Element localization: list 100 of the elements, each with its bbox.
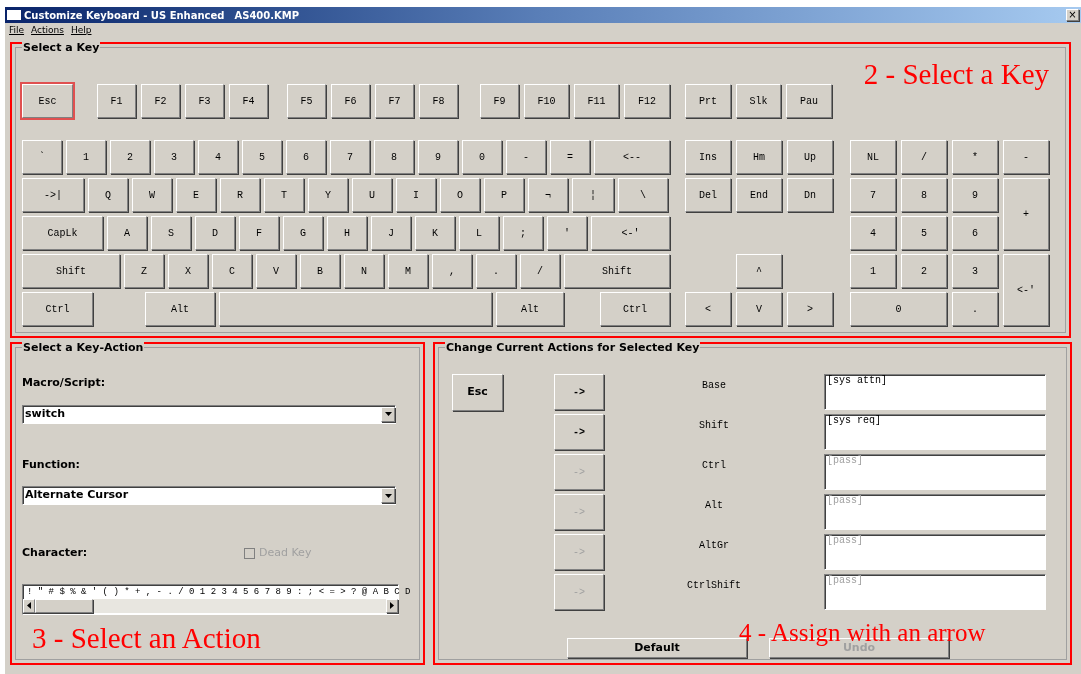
keyboard-key[interactable]: 7 [330,140,370,174]
space-bar-key[interactable] [219,292,492,326]
keyboard-key[interactable]: Slk [736,84,781,118]
default-button[interactable]: Default [567,638,747,658]
keyboard-key[interactable]: Del [685,178,731,212]
keyboard-key[interactable]: L [459,216,499,250]
keyboard-key[interactable]: ' [547,216,587,250]
keyboard-key[interactable]: CapLk [22,216,103,250]
keyboard-key[interactable]: 5 [242,140,282,174]
keyboard-key[interactable]: Y [308,178,348,212]
keyboard-key[interactable]: / [520,254,560,288]
keyboard-key[interactable]: <-' [1003,254,1049,326]
keyboard-key[interactable]: W [132,178,172,212]
keyboard-key[interactable]: 1 [66,140,106,174]
action-field[interactable]: [sys attn] [824,374,1046,410]
keyboard-key[interactable]: Shift [22,254,120,288]
keyboard-key[interactable]: F [239,216,279,250]
keyboard-key[interactable]: \ [618,178,668,212]
keyboard-key[interactable]: F2 [141,84,180,118]
keyboard-key[interactable]: F11 [574,84,619,118]
keyboard-key[interactable]: G [283,216,323,250]
keyboard-key[interactable]: Ins [685,140,731,174]
keyboard-key[interactable]: 9 [952,178,998,212]
keyboard-key[interactable]: F4 [229,84,268,118]
keyboard-key[interactable]: 5 [901,216,947,250]
keyboard-key[interactable]: < [685,292,731,326]
keyboard-key[interactable]: 9 [418,140,458,174]
keyboard-key[interactable]: = [550,140,590,174]
keyboard-key[interactable]: F8 [419,84,458,118]
keyboard-key[interactable]: B [300,254,340,288]
keyboard-key[interactable]: X [168,254,208,288]
keyboard-key[interactable]: 0 [850,292,947,326]
keyboard-key[interactable]: > [787,292,833,326]
keyboard-key[interactable]: NL [850,140,896,174]
keyboard-key[interactable]: ^ [736,254,782,288]
keyboard-key[interactable]: , [432,254,472,288]
keyboard-key[interactable]: F9 [480,84,519,118]
keyboard-key[interactable]: Ctrl [22,292,93,326]
keyboard-key[interactable]: J [371,216,411,250]
keyboard-key[interactable]: 8 [374,140,414,174]
keyboard-key[interactable]: F7 [375,84,414,118]
keyboard-key[interactable]: 7 [850,178,896,212]
keyboard-key[interactable]: Pau [786,84,832,118]
keyboard-key[interactable]: O [440,178,480,212]
keyboard-key[interactable]: 6 [286,140,326,174]
keyboard-key[interactable]: + [1003,178,1049,250]
keyboard-key[interactable]: I [396,178,436,212]
keyboard-key[interactable]: K [415,216,455,250]
keyboard-key[interactable]: H [327,216,367,250]
keyboard-key[interactable]: Prt [685,84,731,118]
keyboard-key[interactable]: P [484,178,524,212]
keyboard-key[interactable]: 0 [462,140,502,174]
keyboard-key[interactable]: Z [124,254,164,288]
keyboard-key[interactable]: 4 [198,140,238,174]
keyboard-key[interactable]: End [736,178,782,212]
keyboard-key[interactable]: F3 [185,84,224,118]
menu-item[interactable]: Actions [31,24,64,38]
dropdown[interactable]: switch [22,404,396,424]
keyboard-key[interactable]: * [952,140,998,174]
keyboard-key[interactable]: / [901,140,947,174]
keyboard-key[interactable]: A [107,216,147,250]
keyboard-key[interactable]: D [195,216,235,250]
keyboard-key[interactable]: ; [503,216,543,250]
keyboard-key[interactable]: E [176,178,216,212]
keyboard-key[interactable]: Hm [736,140,782,174]
action-field[interactable]: [sys req] [824,414,1046,450]
keyboard-key[interactable]: U [352,178,392,212]
keyboard-key[interactable]: . [476,254,516,288]
dropdown[interactable]: Alternate Cursor [22,486,396,505]
keyboard-key[interactable]: 4 [850,216,896,250]
keyboard-key[interactable]: Alt [145,292,215,326]
keyboard-key[interactable]: ` [22,140,62,174]
keyboard-key[interactable]: . [952,292,998,326]
scroll-thumb[interactable] [35,598,93,613]
keyboard-key[interactable]: <-- [594,140,670,174]
keyboard-key[interactable]: Shift [564,254,670,288]
keyboard-key[interactable]: 1 [850,254,896,288]
keyboard-key[interactable]: 8 [901,178,947,212]
keyboard-key[interactable]: ->| [22,178,84,212]
keyboard-key[interactable]: Up [787,140,833,174]
keyboard-key[interactable]: R [220,178,260,212]
horizontal-scrollbar[interactable] [23,598,398,613]
keyboard-key[interactable]: 2 [901,254,947,288]
keyboard-key[interactable]: 3 [952,254,998,288]
keyboard-key[interactable]: - [1003,140,1049,174]
menu-item[interactable]: Help [70,24,92,38]
keyboard-key[interactable]: C [212,254,252,288]
keyboard-key[interactable]: 2 [110,140,150,174]
keyboard-key[interactable]: <-' [591,216,670,250]
keyboard-key[interactable]: 3 [154,140,194,174]
keyboard-key[interactable]: V [736,292,782,326]
assign-arrow-button[interactable]: -> [554,374,604,410]
keyboard-key[interactable]: 6 [952,216,998,250]
keyboard-key[interactable]: N [344,254,384,288]
keyboard-key[interactable]: - [506,140,546,174]
keyboard-key[interactable]: F5 [287,84,326,118]
keyboard-key[interactable]: Dn [787,178,833,212]
keyboard-key[interactable]: ¦ [572,178,614,212]
assign-arrow-button[interactable]: -> [554,414,604,450]
keyboard-key[interactable]: V [256,254,296,288]
